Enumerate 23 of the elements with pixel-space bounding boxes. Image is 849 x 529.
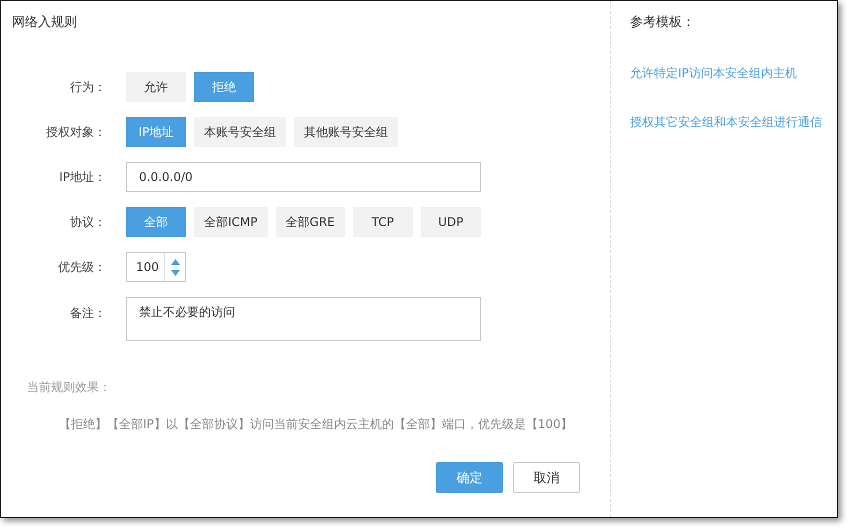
field-label: IP地址：: [58, 168, 106, 186]
option-button[interactable]: 允许: [126, 72, 186, 102]
decrement-arrow-icon[interactable]: [170, 270, 180, 276]
option-button[interactable]: 全部GRE: [276, 207, 345, 237]
option-button[interactable]: 其他账号安全组: [294, 117, 398, 147]
cancel-button[interactable]: 取消: [513, 462, 580, 493]
field-label: 协议：: [69, 214, 106, 230]
option-button[interactable]: 全部ICMP: [194, 207, 268, 237]
effect-label: 当前规则效果：: [27, 379, 112, 396]
option-button[interactable]: TCP: [352, 207, 413, 237]
field-label: 备注：: [69, 305, 106, 322]
option-button[interactable]: 本账号安全组: [194, 117, 286, 147]
field-label: 行为：: [69, 78, 106, 96]
option-button[interactable]: UDP: [420, 207, 481, 237]
ip-address-field[interactable]: 0.0.0.0/0: [126, 162, 481, 192]
field-label: 授权对象：: [45, 124, 106, 140]
remark-field[interactable]: 禁止不必要的访问: [126, 297, 481, 341]
field-label: 优先级：: [57, 258, 106, 276]
dialog-title: 网络入规则: [12, 14, 78, 31]
priority-spinner[interactable]: 100: [126, 252, 186, 282]
increment-arrow-icon[interactable]: [170, 258, 180, 264]
effect-summary: 【拒绝】【全部IP】以【全部协议】访问当前安全组内云主机的【全部】端口，优先级是【100】: [59, 416, 574, 433]
templates-title: 参考模板：: [630, 14, 696, 31]
